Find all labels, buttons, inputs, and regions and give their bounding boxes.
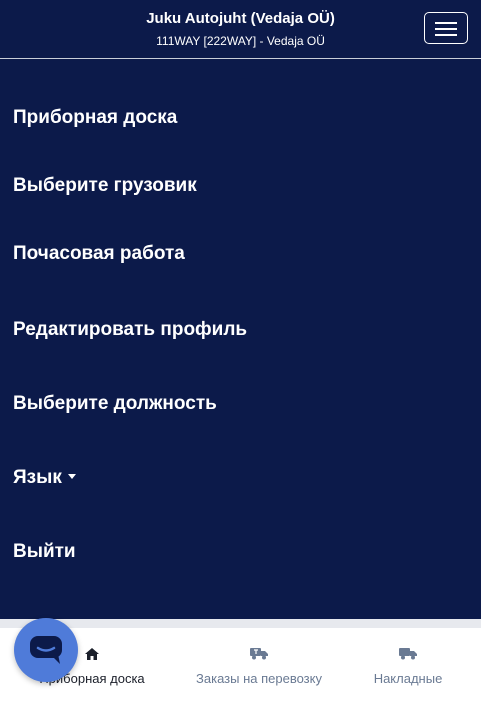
menu-item-language[interactable]: Язык [13, 466, 76, 490]
app-title: Juku Autojuht (Vedaja OÜ) [146, 10, 335, 27]
app-subtitle: 111WAY [222WAY] - Vedaja OÜ [156, 34, 325, 48]
menu-item-language-label: Язык [13, 467, 62, 488]
chat-button[interactable] [14, 618, 78, 682]
menu-toggle-button[interactable] [424, 12, 468, 44]
nav-menu: Приборная доска Выберите грузовик Почасо… [0, 60, 481, 619]
bottom-nav-waybills[interactable]: Накладные [356, 628, 460, 705]
menu-item-hourly-work[interactable]: Почасовая работа [13, 242, 185, 266]
bottom-nav-transport-orders[interactable]: Заказы на перевозку [188, 628, 330, 705]
menu-item-select-truck[interactable]: Выберите грузовик [13, 174, 197, 198]
menu-item-select-position[interactable]: Выберите должность [13, 392, 217, 416]
truck-icon [399, 647, 417, 665]
app-header: Juku Autojuht (Vedaja OÜ) 111WAY [222WAY… [0, 0, 481, 59]
bottom-nav-waybills-label: Накладные [373, 671, 443, 686]
home-icon [85, 647, 99, 665]
hamburger-icon [435, 22, 457, 24]
bottom-nav-transport-orders-label: Заказы на перевозку [196, 671, 322, 686]
menu-item-logout[interactable]: Выйти [13, 540, 76, 564]
caret-down-icon [67, 473, 76, 479]
truck-icon [250, 647, 268, 665]
nav-separator [0, 619, 481, 628]
menu-item-dashboard[interactable]: Приборная доска [13, 106, 177, 130]
chat-icon [30, 636, 62, 664]
menu-item-edit-profile[interactable]: Редактировать профиль [13, 318, 247, 342]
